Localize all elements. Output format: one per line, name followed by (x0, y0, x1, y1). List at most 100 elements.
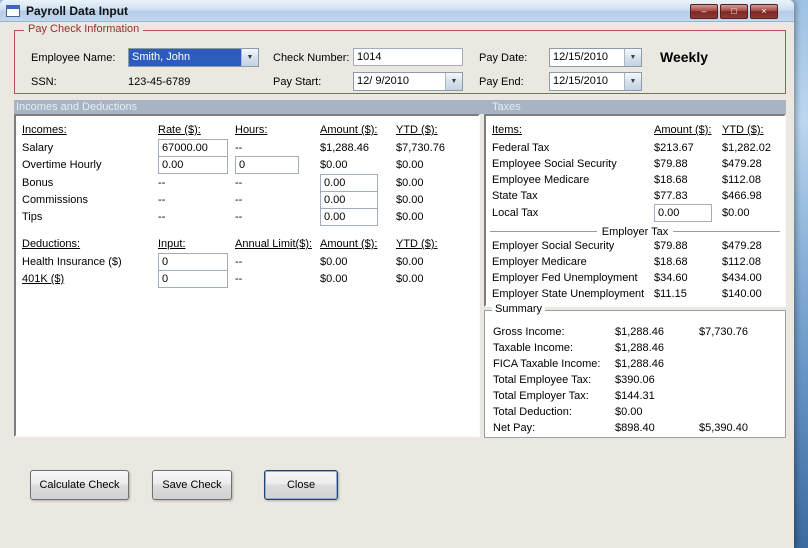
summary-row-fica: FICA Taxable Income: $1,288.46 (485, 358, 785, 373)
section-band: Incomes and Deductions Taxes (14, 100, 786, 114)
ytd-cell: $112.08 (722, 256, 761, 268)
pay-end-picker[interactable]: 12/15/2010 ▼ (549, 72, 642, 91)
summary-row-net-pay: Net Pay: $898.40 $5,390.40 (485, 422, 785, 437)
rate-header: Rate ($): (158, 124, 201, 136)
window-controls: – □ × (690, 4, 778, 19)
pay-end-value: 12/15/2010 (553, 75, 609, 87)
amount-cell: $11.15 (654, 288, 687, 300)
limit-cell: -- (235, 256, 243, 268)
tax-row-employee-ss: Employee Social Security $79.88 $479.28 (486, 158, 784, 173)
ytd-cell: $466.98 (722, 190, 762, 202)
label-cell: Bonus (22, 177, 54, 189)
local-tax-input[interactable] (654, 204, 712, 222)
ytd-cell: $5,390.40 (699, 422, 748, 434)
rate-cell: -- (158, 177, 166, 189)
hours-cell: -- (235, 142, 243, 154)
pay-start-label: Pay Start: (273, 76, 322, 88)
amount-cell: $213.67 (654, 142, 694, 154)
label-cell: Employee Medicare (492, 174, 590, 186)
minimize-icon[interactable]: – (690, 4, 718, 19)
tax-row-federal: Federal Tax $213.67 $1,282.02 (486, 142, 784, 157)
label-cell: Total Deduction: (493, 406, 572, 418)
calculate-check-button[interactable]: Calculate Check (30, 470, 129, 500)
amount-cell: $1,288.46 (615, 342, 664, 354)
overtime-hours-input[interactable] (235, 156, 299, 174)
summary-row-taxable: Taxable Income: $1,288.46 (485, 342, 785, 357)
maximize-icon[interactable]: □ (720, 4, 748, 19)
desktop-background: Payroll Data Input – □ × Pay Check Infor… (0, 0, 808, 548)
label-cell: Employer Medicare (492, 256, 587, 268)
chevron-down-icon[interactable]: ▼ (241, 49, 258, 66)
tax-row-employer-fed-unemployment: Employer Fed Unemployment $34.60 $434.00 (486, 272, 784, 287)
tips-amount-input[interactable] (320, 208, 378, 226)
label-cell: 401K ($) (22, 273, 65, 285)
income-row-tips: Tips -- -- $0.00 (16, 208, 478, 226)
amount-cell: $144.31 (615, 390, 655, 402)
label-cell: Local Tax (492, 207, 539, 219)
hours-cell: -- (235, 194, 243, 206)
overtime-rate-input[interactable] (158, 156, 228, 174)
rate-cell: -- (158, 211, 166, 223)
ytd-cell: $112.08 (722, 174, 761, 186)
pay-start-picker[interactable]: 12/ 9/2010 ▼ (353, 72, 463, 91)
pay-date-picker[interactable]: 12/15/2010 ▼ (549, 48, 642, 67)
incomes-header-row: Incomes: Rate ($): Hours: Amount ($): YT… (16, 124, 478, 139)
ytd-cell: $140.00 (722, 288, 762, 300)
label-cell: Employer State Unemployment (492, 288, 645, 300)
tax-row-employer-state-unemployment: Employer State Unemployment $11.15 $140.… (486, 288, 784, 303)
bonus-amount-input[interactable] (320, 174, 378, 192)
amount-cell: $18.68 (654, 174, 688, 186)
chevron-down-icon[interactable]: ▼ (624, 49, 641, 66)
label-cell: Employer Social Security (492, 240, 615, 252)
income-row-commissions: Commissions -- -- $0.00 (16, 191, 478, 209)
ytd-cell: $1,282.02 (722, 142, 771, 154)
ytd-cell: $479.28 (722, 240, 762, 252)
ytd-cell: $0.00 (396, 177, 424, 189)
employee-name-label: Employee Name: (31, 52, 116, 64)
employee-name-select[interactable]: Smith, John ▼ (128, 48, 259, 67)
ytd-cell: $434.00 (722, 272, 762, 284)
commissions-amount-input[interactable] (320, 191, 378, 209)
health-insurance-input[interactable] (158, 253, 228, 271)
incomes-section-header: Incomes and Deductions (16, 101, 138, 113)
chevron-down-icon[interactable]: ▼ (624, 73, 641, 90)
summary-group: Summary Gross Income: $1,288.46 $7,730.7… (484, 303, 786, 438)
tax-row-local: Local Tax $0.00 (486, 204, 784, 222)
close-dialog-button[interactable]: Close (264, 470, 338, 500)
label-cell: Commissions (22, 194, 89, 206)
401k-input[interactable] (158, 270, 228, 288)
employer-tax-separator: Employer Tax (490, 225, 780, 239)
label-cell: Overtime Hourly (22, 159, 102, 171)
label-cell: Employee Social Security (492, 158, 617, 170)
input-header: Input: (158, 238, 186, 250)
ytd-cell: $0.00 (396, 273, 424, 285)
taxes-header-row: Items: Amount ($): YTD ($): (486, 124, 784, 139)
summary-row-total-employee-tax: Total Employee Tax: $390.06 (485, 374, 785, 389)
pay-start-value: 12/ 9/2010 (357, 75, 409, 87)
amount-header: Amount ($): (320, 238, 378, 250)
salary-rate-input[interactable] (158, 139, 228, 157)
amount-cell: $79.88 (654, 158, 688, 170)
save-check-button[interactable]: Save Check (152, 470, 232, 500)
separator-line (490, 231, 597, 233)
deduction-row-401k: 401K ($) -- $0.00 $0.00 (16, 270, 478, 288)
ytd-header: YTD ($): (396, 238, 438, 250)
amount-cell: $18.68 (654, 256, 688, 268)
income-row-salary: Salary -- $1,288.46 $7,730.76 (16, 139, 478, 157)
employer-tax-label: Employer Tax (601, 226, 669, 238)
ytd-cell: $0.00 (396, 256, 424, 268)
deductions-header: Deductions: (22, 238, 81, 250)
ssn-label: SSN: (31, 76, 57, 88)
amount-cell: $0.00 (320, 159, 348, 171)
check-number-input[interactable] (353, 48, 463, 66)
summary-row-total-employer-tax: Total Employer Tax: $144.31 (485, 390, 785, 405)
amount-cell: $0.00 (320, 273, 348, 285)
income-row-overtime: Overtime Hourly $0.00 $0.00 (16, 156, 478, 174)
amount-cell: $77.83 (654, 190, 688, 202)
chevron-down-icon[interactable]: ▼ (445, 73, 462, 90)
title-bar[interactable]: Payroll Data Input – □ × (0, 0, 794, 22)
amount-cell: $34.60 (654, 272, 688, 284)
close-icon[interactable]: × (750, 4, 778, 19)
amount-cell: $79.88 (654, 240, 688, 252)
summary-group-label: Summary (492, 303, 546, 315)
